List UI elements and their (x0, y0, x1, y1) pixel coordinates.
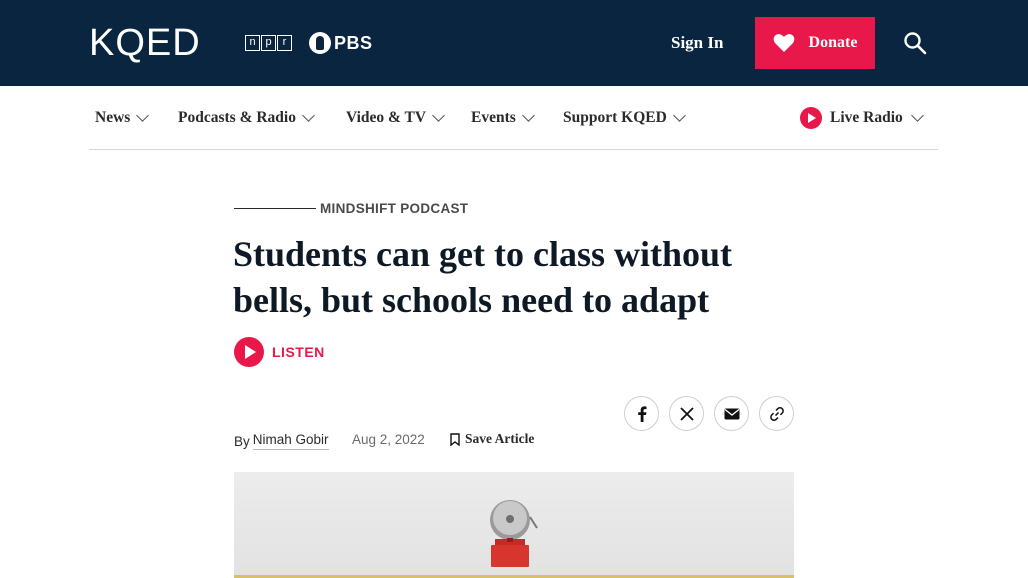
pbs-label: PBS (334, 32, 373, 53)
nav-item-label: Video & TV (346, 109, 427, 126)
site-header: KQED n p r PBS Sign In Donate (0, 0, 1028, 86)
facebook-icon (637, 405, 646, 422)
chevron-down-icon (910, 109, 924, 122)
main-nav: News Podcasts & Radio Video & TV Events … (89, 86, 938, 150)
nav-item-video-tv[interactable]: Video & TV (346, 109, 445, 127)
listen-label: LISTEN (272, 344, 325, 360)
nav-item-news[interactable]: News (95, 109, 150, 127)
pbs-logo[interactable]: PBS (309, 32, 373, 54)
donate-button[interactable]: Donate (755, 17, 875, 69)
nav-item-label: Support KQED (563, 109, 667, 126)
publish-date: Aug 2, 2022 (352, 432, 425, 447)
chevron-down-icon (302, 109, 315, 122)
school-bell-image (490, 500, 538, 567)
npr-letter: r (277, 35, 292, 51)
nav-item-support-kqed[interactable]: Support KQED (563, 109, 686, 127)
link-icon (769, 406, 784, 421)
sign-in-link[interactable]: Sign In (671, 33, 723, 53)
play-icon (800, 107, 822, 129)
save-article-button[interactable]: Save Article (450, 431, 534, 447)
pbs-head-icon (309, 32, 331, 54)
share-x-button[interactable] (669, 396, 704, 431)
chevron-down-icon (521, 109, 535, 122)
live-radio-button[interactable]: Live Radio (800, 107, 924, 129)
heart-icon (773, 34, 794, 52)
kicker-label: MINDSHIFT PODCAST (320, 201, 469, 216)
save-article-label: Save Article (465, 431, 535, 446)
article-kicker[interactable]: MINDSHIFT PODCAST (234, 201, 468, 216)
byline: By Nimah Gobir (234, 432, 329, 450)
x-icon (679, 406, 694, 421)
chevron-down-icon (432, 109, 445, 122)
nav-item-events[interactable]: Events (471, 109, 535, 127)
article-headline: Students can get to class without bells,… (233, 234, 733, 320)
kicker-rule (234, 208, 316, 209)
npr-logo[interactable]: n p r (245, 35, 292, 51)
kqed-logo[interactable]: KQED (89, 24, 201, 62)
bookmark-icon (450, 432, 460, 446)
chevron-down-icon (136, 109, 150, 122)
share-facebook-button[interactable] (624, 396, 659, 431)
share-email-button[interactable] (714, 396, 749, 431)
chevron-down-icon (672, 109, 686, 122)
donate-label: Donate (808, 34, 858, 51)
search-icon[interactable] (903, 31, 927, 55)
npr-letter: n (245, 35, 260, 51)
byline-prefix: By (234, 433, 250, 449)
nav-item-label: Podcasts & Radio (178, 109, 296, 126)
share-link-button[interactable] (759, 396, 794, 431)
nav-item-label: Events (471, 109, 516, 126)
nav-item-label: News (95, 109, 131, 126)
play-icon (234, 337, 264, 367)
email-icon (724, 408, 739, 419)
live-radio-label: Live Radio (830, 109, 903, 126)
author-link[interactable]: Nimah Gobir (252, 432, 329, 450)
listen-button[interactable]: LISTEN (234, 337, 325, 367)
article-hero-image (234, 472, 794, 578)
npr-letter: p (261, 35, 276, 51)
nav-item-podcasts-radio[interactable]: Podcasts & Radio (178, 109, 315, 127)
